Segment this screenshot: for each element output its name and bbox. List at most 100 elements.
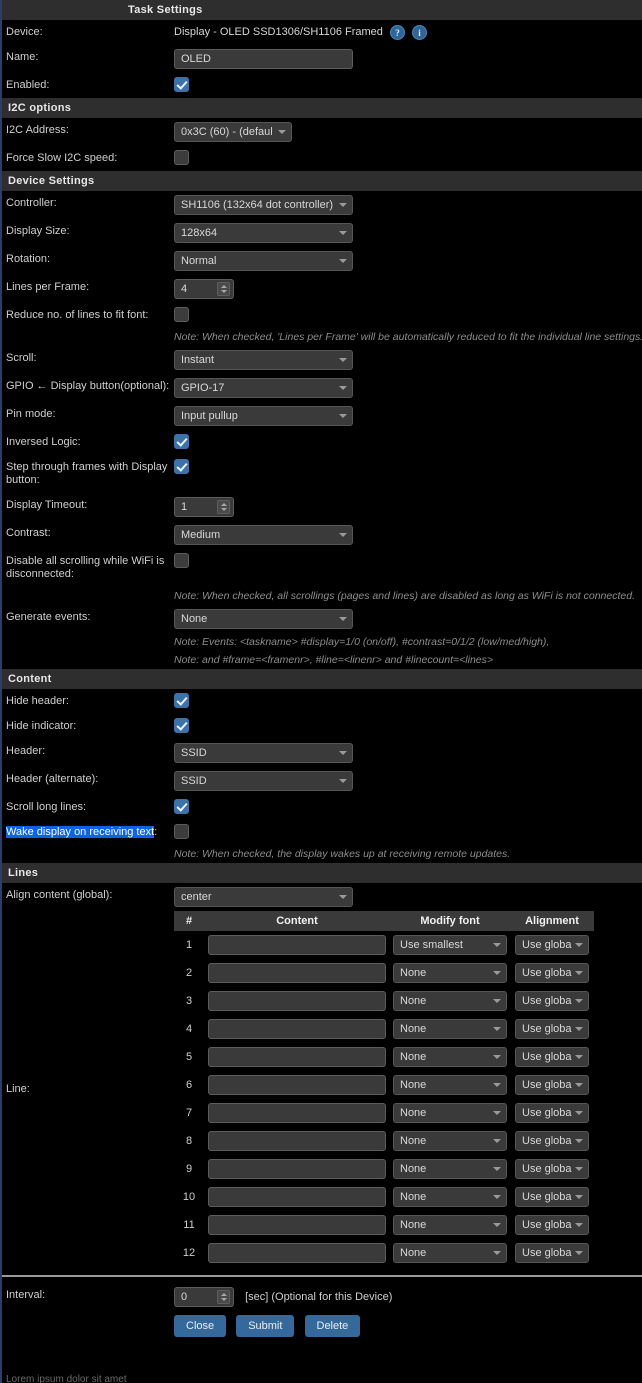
line-alignment-select[interactable]: Use global [515,991,589,1011]
row-reduce-lines: Reduce no. of lines to fit font: [2,303,642,328]
display-size-select[interactable]: 128x64 [174,223,353,243]
hide-header-cell [174,689,642,712]
line-modify-font-select[interactable]: None [393,1215,507,1235]
inversed-logic-cell [174,430,642,453]
enabled-checkbox[interactable] [174,77,189,92]
table-row: 3 None Use global [174,987,594,1015]
line-modify-font-select[interactable]: None [393,1103,507,1123]
line-content-input[interactable] [208,935,386,955]
hide-header-checkbox[interactable] [174,693,189,708]
line-alignment-select[interactable]: Use global [515,1103,589,1123]
name-label: Name: [6,51,39,63]
line-content-input[interactable] [208,1075,386,1095]
line-alignment-select[interactable]: Use global [515,1131,589,1151]
line-alignment-cell: Use global [510,1043,594,1071]
line-content-input[interactable] [208,963,386,983]
name-input[interactable] [174,49,353,69]
line-content-input[interactable] [208,1159,386,1179]
line-modify-font-select[interactable]: None [393,1019,507,1039]
generate-events-select[interactable]: None [174,609,353,629]
line-modify-font-select[interactable]: None [393,963,507,983]
scroll-select[interactable]: Instant [174,350,353,370]
delete-button[interactable]: Delete [304,1315,361,1337]
line-alignment-select[interactable]: Use global [515,1047,589,1067]
line-content-input[interactable] [208,1243,386,1263]
line-modify-font-cell: None [390,1071,510,1099]
row-name: Name: [2,45,642,73]
controller-select[interactable]: SH1106 (132x64 dot controller) [174,195,353,215]
line-alignment-select[interactable]: Use global [515,1075,589,1095]
line-content-input[interactable] [208,1215,386,1235]
line-content-input[interactable] [208,1019,386,1039]
align-content-select[interactable]: center [174,887,353,907]
contrast-select-wrap: Medium [174,525,353,545]
contrast-label: Contrast: [6,527,51,539]
line-alignment-select[interactable]: Use global [515,1243,589,1263]
line-modify-font-select[interactable]: None [393,1131,507,1151]
note-spacer [2,633,174,651]
line-alignment-cell: Use global [510,1099,594,1127]
scroll-long-lines-checkbox[interactable] [174,799,189,814]
note-spacer [2,651,174,669]
row-lines-per-frame: Lines per Frame: [2,275,642,303]
line-modify-font-select[interactable]: None [393,991,507,1011]
line-modify-font-select[interactable]: None [393,1159,507,1179]
line-alignment-select[interactable]: Use global [515,1159,589,1179]
step-through-frames-checkbox[interactable] [174,459,189,474]
line-content-input[interactable] [208,1103,386,1123]
rotation-select[interactable]: Normal [174,251,353,271]
generate-events-cell: None [174,605,642,633]
line-alignment-select[interactable]: Use global [515,1019,589,1039]
header-alternate-select[interactable]: SSID [174,771,353,791]
force-slow-i2c-checkbox[interactable] [174,150,189,165]
line-content-cell [204,1155,390,1183]
line-content-cell [204,1211,390,1239]
row-rotation: Rotation: Normal [2,247,642,275]
lines-table-head: # Content Modify font Alignment [174,911,594,931]
line-alignment-select[interactable]: Use global [515,963,589,983]
submit-button[interactable]: Submit [236,1315,295,1337]
line-number: 3 [185,995,193,1007]
line-modify-font-select[interactable]: Use smallest [393,935,507,955]
line-content-input[interactable] [208,1187,386,1207]
header-alternate-select-wrap: SSID [174,771,353,791]
line-content-input[interactable] [208,991,386,1011]
line-number: 1 [185,939,193,951]
line-alignment-select[interactable]: Use global [515,935,589,955]
disable-scrolling-checkbox[interactable] [174,553,189,568]
line-modify-font-select[interactable]: None [393,1187,507,1207]
line-modify-font-cell: None [390,1155,510,1183]
spinner-icon[interactable] [217,1290,230,1304]
device-value: Display - OLED SSD1306/SH1106 Framed [174,26,383,38]
spinner-icon[interactable] [217,500,230,514]
i2c-address-select[interactable]: 0x3C (60) - (default) [174,122,292,142]
close-button[interactable]: Close [174,1315,227,1337]
pin-mode-select[interactable]: Input pullup [174,406,353,426]
line-alignment-select[interactable]: Use global [515,1187,589,1207]
header-select[interactable]: SSID [174,743,353,763]
interval-unit: [sec] (Optional for this Device) [245,1291,393,1304]
line-alignment-cell: Use global [510,1071,594,1099]
line-alignment-wrap: Use global [515,1103,589,1123]
buttons-spacer [2,1311,174,1323]
rotation-select-wrap: Normal [174,251,353,271]
help-icon[interactable]: ? [389,25,405,40]
info-icon[interactable]: i [412,25,428,40]
note-spacer [2,845,174,863]
line-content-input[interactable] [208,1131,386,1151]
reduce-lines-checkbox[interactable] [174,307,189,322]
wake-display-checkbox[interactable] [174,824,189,839]
contrast-select[interactable]: Medium [174,525,353,545]
line-alignment-select[interactable]: Use global [515,1215,589,1235]
inversed-logic-checkbox[interactable] [174,434,189,449]
line-content-input[interactable] [208,1047,386,1067]
line-modify-font-select[interactable]: None [393,1047,507,1067]
section-header-task-settings: Task Settings [2,0,642,20]
line-alignment-wrap: Use global [515,991,589,1011]
hide-indicator-checkbox[interactable] [174,718,189,733]
gpio-select[interactable]: GPIO-17 [174,378,353,398]
line-modify-font-select[interactable]: None [393,1075,507,1095]
line-alignment-wrap: Use global [515,935,589,955]
line-modify-font-select[interactable]: None [393,1243,507,1263]
spinner-icon[interactable] [217,282,230,296]
